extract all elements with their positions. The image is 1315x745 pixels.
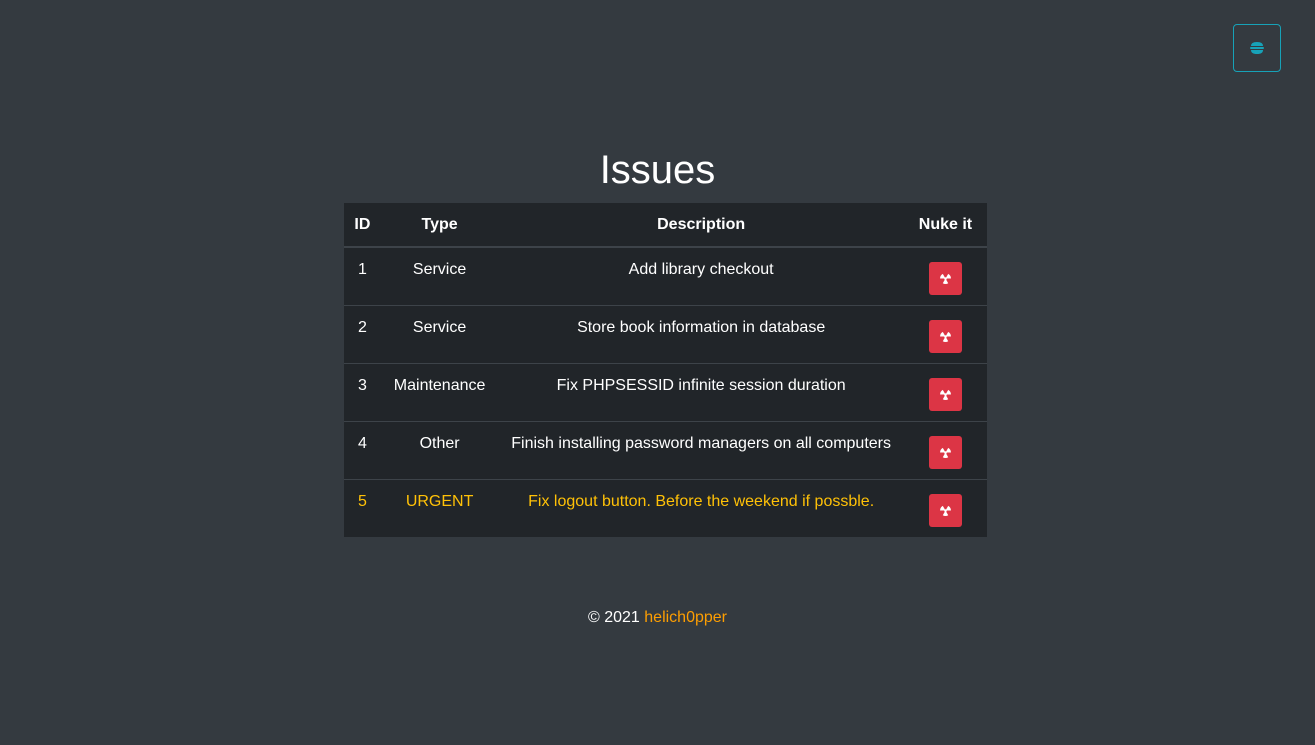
cell-type: Maintenance [380, 362, 499, 421]
cell-description: Fix PHPSESSID infinite session duration [498, 362, 904, 421]
cell-id: 1 [357, 261, 367, 278]
table-row: 4 Other Finish installing password manager… [344, 420, 987, 479]
cell-nuke [903, 478, 987, 537]
table-row: 3 Maintenance Fix PHPSESSID infinite sessi… [344, 362, 987, 421]
radiation-icon [940, 331, 951, 342]
issues-table: ID Type Description Nuke it 1 Service Add … [344, 203, 987, 537]
nuke-button[interactable] [928, 319, 962, 353]
table-row: 5 URGENT Fix logout button. Before the wee… [344, 478, 987, 537]
cell-type: Other [380, 420, 499, 479]
nuke-button[interactable] [928, 435, 962, 469]
table-row: 1 Service Add library checkout [344, 247, 987, 305]
cell-nuke [903, 304, 987, 363]
table-row: 2 Service Store book information in databa… [344, 304, 987, 363]
nuke-button[interactable] [928, 493, 962, 527]
radiation-icon [940, 447, 951, 458]
nuke-button[interactable] [928, 262, 962, 295]
cell-type: Service [380, 304, 499, 363]
cell-id: 5 [344, 478, 381, 537]
cell-description: Store book information in database [498, 304, 904, 363]
cell-description: Finish installing password managers on a… [498, 420, 904, 479]
radiation-icon [940, 273, 951, 284]
footer-author-link[interactable]: helich0pper [644, 609, 727, 626]
menu-toggle-button[interactable] [1233, 24, 1281, 72]
nuke-button[interactable] [928, 377, 962, 411]
cell-description: Fix logout button. Before the weekend if… [498, 478, 904, 537]
table-header-row: ID Type Description Nuke it [344, 203, 987, 248]
column-header-type: Type [380, 203, 499, 248]
page-title: Issues [599, 148, 716, 192]
cell-nuke [903, 362, 987, 421]
column-header-nuke: Nuke it [903, 203, 987, 248]
cell-description: Add library checkout [628, 261, 774, 278]
issues-table-body: 1 Service Add library checkout 2 Service Stor… [344, 247, 987, 537]
cell-nuke [903, 420, 987, 479]
cell-type: URGENT [380, 478, 499, 537]
footer-copyright: © 2021 [587, 609, 640, 626]
radiation-icon [940, 505, 951, 516]
column-header-id: ID [344, 203, 381, 248]
hamburger-icon [1250, 42, 1264, 54]
cell-id: 4 [344, 420, 381, 479]
cell-type: Service [412, 261, 467, 278]
radiation-icon [940, 389, 951, 400]
column-header-description: Description [498, 203, 904, 248]
cell-id: 3 [344, 362, 381, 421]
cell-id: 2 [344, 304, 381, 363]
footer: © 2021 helich0pper [0, 609, 1315, 627]
cell-nuke [904, 247, 987, 305]
